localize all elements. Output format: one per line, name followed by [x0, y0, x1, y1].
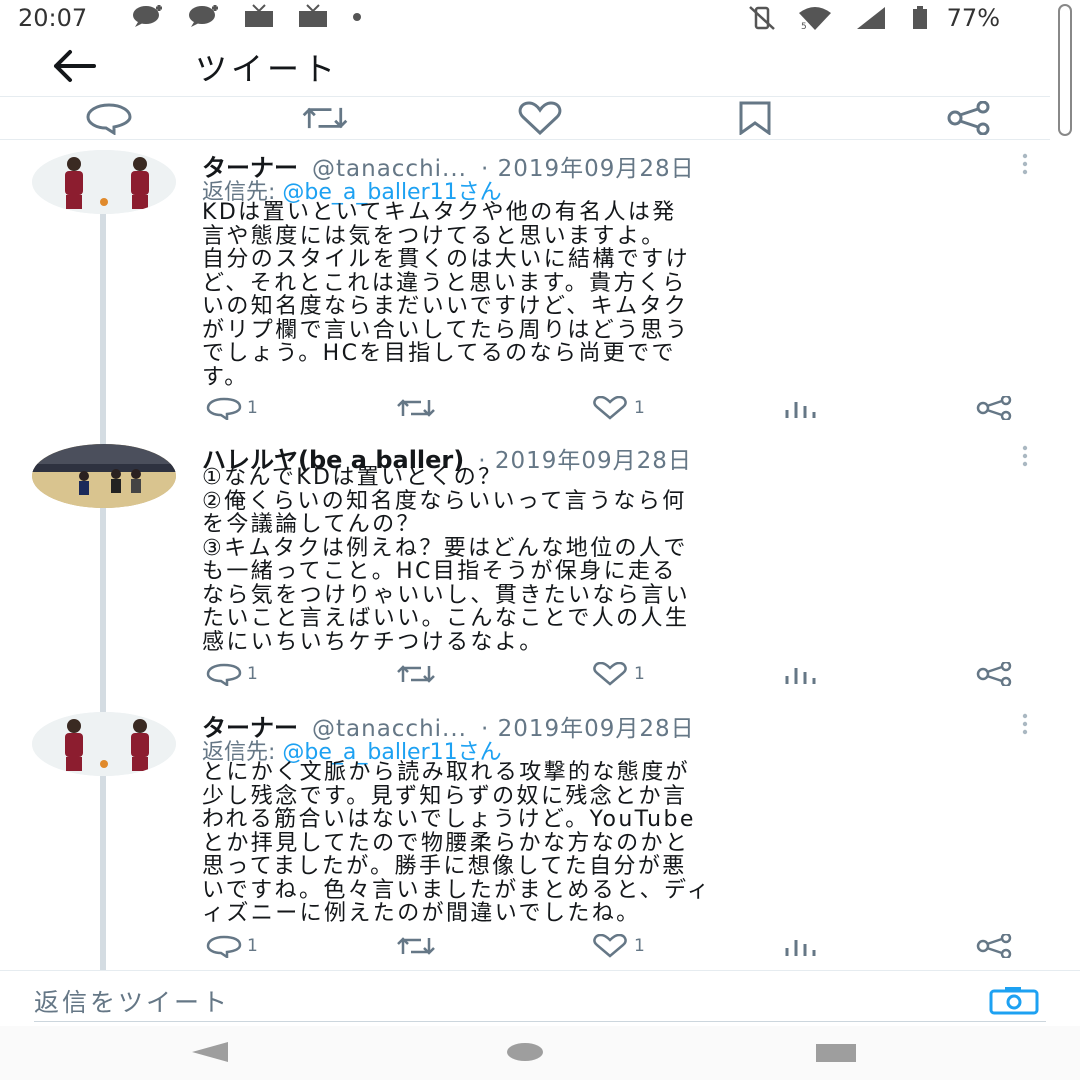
status-time: 20:07	[18, 4, 88, 32]
tv-icon	[299, 4, 327, 27]
tweet-date: · 2019年09月28日	[480, 716, 695, 742]
avatar-image	[32, 712, 176, 776]
nav-home-button[interactable]	[505, 1040, 545, 1068]
notification-icons	[130, 4, 364, 28]
reply-count: 1	[247, 398, 258, 418]
square-recents-icon	[816, 1044, 856, 1062]
kebab-icon	[1022, 445, 1028, 467]
triangle-back-icon	[192, 1042, 228, 1062]
retweet-icon	[397, 665, 435, 683]
heart-icon	[593, 934, 627, 958]
header: ツイート	[0, 36, 1080, 98]
more-options-button[interactable]	[1020, 712, 1030, 736]
analytics-icon	[785, 940, 816, 956]
tweet-text: とにかく文脈から読み取れる攻撃的な態度が 少し残念です。見ず知らずの奴に残念とか…	[202, 760, 712, 926]
vibrate-off-icon	[748, 6, 775, 30]
retweet-icon	[397, 399, 435, 417]
kebab-icon	[1022, 153, 1028, 175]
tweet-actions: 1 1	[205, 934, 1025, 964]
camera-icon	[989, 987, 1039, 1015]
home-pill-icon	[507, 1043, 543, 1061]
share-icon	[976, 662, 1012, 686]
retweet-button[interactable]	[395, 662, 437, 686]
heart-icon	[593, 662, 627, 686]
retweet-icon	[397, 937, 435, 955]
share-icon	[976, 934, 1012, 958]
like-button[interactable]: 1	[590, 396, 645, 420]
dot-icon	[353, 13, 361, 21]
analytics-icon	[785, 402, 816, 418]
reply-count: 1	[247, 664, 258, 684]
tweet-text: ①なんでKDは置いとくの？ ②俺くらいの知名度ならいいって言うなら何 を今議論し…	[202, 465, 691, 655]
share-button[interactable]	[975, 662, 1015, 686]
reply-icon	[206, 663, 242, 686]
nav-back-button[interactable]	[190, 1040, 230, 1068]
more-options-button[interactable]	[1020, 444, 1030, 468]
reply-input-underline	[34, 1021, 1046, 1022]
system-nav-bar	[0, 1026, 1080, 1080]
analytics-button[interactable]	[783, 662, 819, 686]
nav-recents-button[interactable]	[815, 1040, 857, 1068]
like-count: 1	[634, 398, 645, 418]
retweet-button[interactable]	[395, 934, 437, 958]
battery-level: 77%	[946, 4, 1000, 32]
main-bookmark-button[interactable]	[730, 99, 780, 137]
camera-button[interactable]	[988, 985, 1040, 1019]
reply-composer[interactable]: 返信をツイート	[0, 970, 1080, 1026]
share-icon	[947, 101, 990, 135]
reply-button[interactable]: 1	[205, 934, 258, 958]
reply-icon	[206, 397, 242, 420]
like-button[interactable]: 1	[590, 934, 645, 958]
status-bar: 20:07 5 77%	[0, 0, 1080, 36]
more-options-button[interactable]	[1020, 152, 1030, 176]
main-retweet-button[interactable]	[300, 99, 350, 137]
tweet-date: · 2019年09月28日	[480, 156, 695, 182]
status-right: 5 77%	[747, 4, 1000, 32]
avatar-image	[32, 444, 176, 508]
like-button[interactable]: 1	[590, 662, 645, 686]
tweet-text: KDは置いといてキムタクや他の有名人は発 言や態度には気をつけてると思いますよ。…	[202, 200, 691, 390]
main-share-button[interactable]	[945, 99, 995, 137]
wifi-icon: 5	[798, 7, 831, 31]
chat-plus-icon	[133, 5, 162, 27]
analytics-button[interactable]	[783, 934, 819, 958]
retweet-button[interactable]	[395, 396, 437, 420]
bookmark-icon	[739, 101, 771, 135]
reply-button[interactable]: 1	[205, 662, 258, 686]
avatar-image	[32, 150, 176, 214]
page-title: ツイート	[195, 50, 340, 88]
like-count: 1	[634, 664, 645, 684]
main-reply-button[interactable]	[84, 99, 134, 137]
svg-text:5: 5	[801, 22, 807, 31]
battery-icon	[912, 6, 927, 29]
signal-icon	[856, 7, 885, 29]
avatar[interactable]	[32, 712, 176, 776]
reply-count: 1	[247, 936, 258, 956]
chat-plus-icon	[189, 5, 218, 27]
retweet-icon	[302, 107, 348, 129]
tweet-actions: 1 1	[205, 662, 1025, 692]
share-button[interactable]	[975, 934, 1015, 958]
tv-icon	[245, 4, 273, 27]
reply-icon	[206, 935, 242, 958]
like-count: 1	[634, 936, 645, 956]
reply-input[interactable]: 返信をツイート	[34, 983, 230, 1019]
reply-icon	[86, 103, 132, 135]
analytics-icon	[785, 668, 816, 684]
reply-button[interactable]: 1	[205, 396, 258, 420]
tweet-actions: 1 1	[205, 396, 1025, 426]
share-icon	[976, 396, 1012, 420]
arrow-left-icon	[54, 50, 96, 82]
back-button[interactable]	[50, 46, 100, 86]
main-like-button[interactable]	[515, 99, 565, 137]
avatar[interactable]	[32, 444, 176, 508]
thread-line	[100, 212, 106, 970]
analytics-button[interactable]	[783, 396, 819, 420]
avatar[interactable]	[32, 150, 176, 214]
kebab-icon	[1022, 713, 1028, 735]
heart-icon	[593, 396, 627, 420]
share-button[interactable]	[975, 396, 1015, 420]
main-tweet-actions	[0, 96, 1050, 140]
heart-icon	[518, 101, 562, 135]
